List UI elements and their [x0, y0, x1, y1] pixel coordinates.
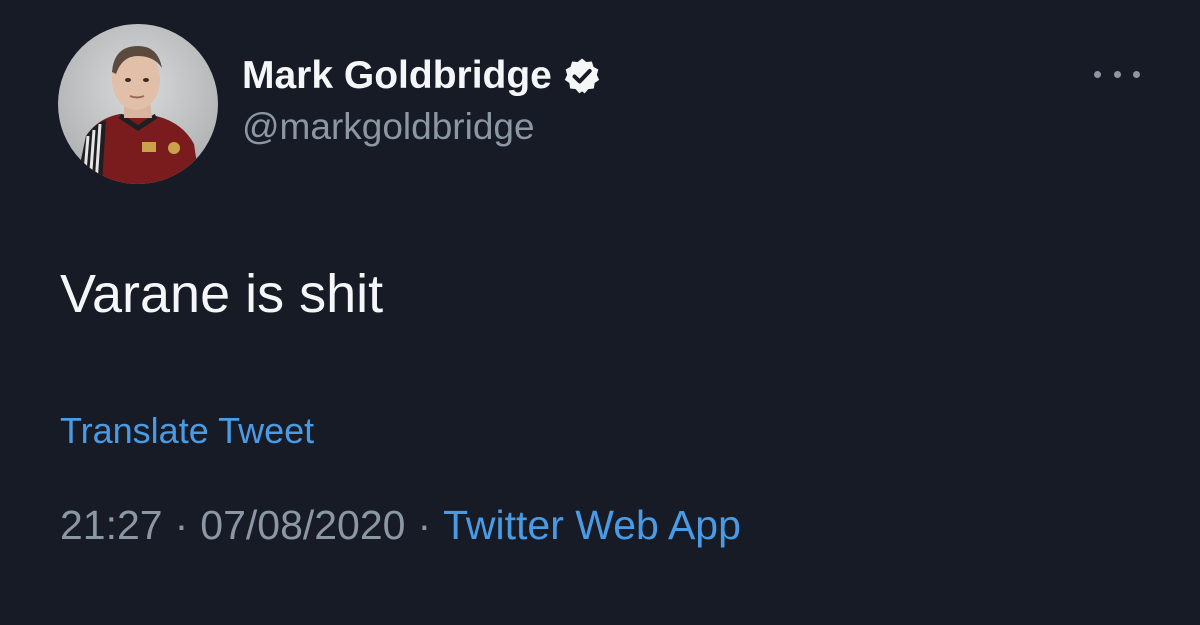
meta-separator: ·	[417, 502, 432, 548]
avatar[interactable]	[58, 24, 218, 184]
tweet-card: Mark Goldbridge @markgoldbridge Varane i…	[0, 0, 1200, 625]
name-row: Mark Goldbridge	[242, 52, 602, 100]
more-dot	[1094, 70, 1101, 78]
user-handle[interactable]: @markgoldbridge	[242, 106, 602, 148]
more-dot	[1133, 70, 1140, 78]
more-options-icon[interactable]	[1094, 64, 1140, 84]
verified-badge-icon	[562, 56, 602, 96]
tweet-header: Mark Goldbridge @markgoldbridge	[242, 52, 602, 148]
tweet-meta: 21:27 · 07/08/2020 · Twitter Web App	[60, 502, 741, 549]
tweet-time[interactable]: 21:27	[60, 502, 163, 549]
more-dot	[1113, 70, 1121, 78]
tweet-source-link[interactable]: Twitter Web App	[443, 502, 741, 549]
display-name[interactable]: Mark Goldbridge	[242, 54, 552, 98]
meta-separator: ·	[174, 502, 189, 548]
tweet-text: Varane is shit	[60, 264, 384, 324]
translate-tweet-link[interactable]: Translate Tweet	[60, 410, 314, 452]
tweet-date[interactable]: 07/08/2020	[200, 502, 405, 549]
